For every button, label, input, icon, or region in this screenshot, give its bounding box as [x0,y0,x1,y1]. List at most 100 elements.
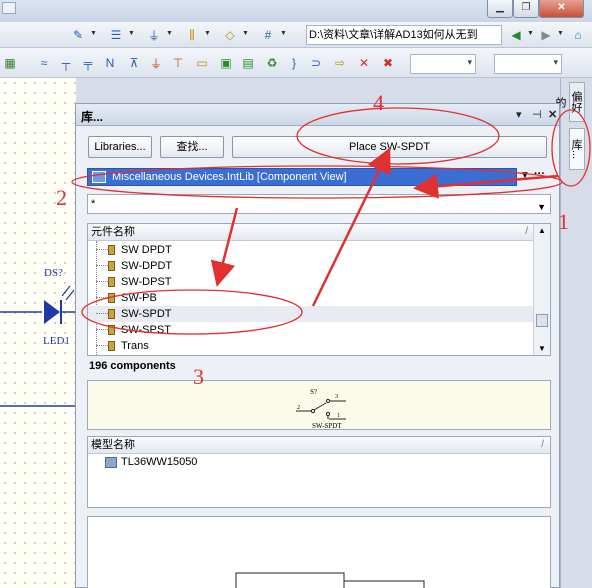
tab-library[interactable]: 库... [569,128,585,170]
main-toolbar: ✎ ▼ ☰ ▼ ⏚ ▼ ⫼ ▼ ◇ ▼ # ▼ D:\资料\文章\详解AD13如… [0,22,592,48]
footprint-drawing [235,572,425,588]
more-options-button[interactable]: ··· [534,168,545,180]
led-arrow [65,289,75,301]
list-item[interactable]: Trans [88,338,534,354]
component-icon [108,293,115,303]
component-icon [108,245,115,255]
window-title-bar: ▁ ❐ ✕ [0,0,592,22]
list-item-selected[interactable]: SW-SPDT [88,306,534,322]
pin-icon[interactable]: ⊣ [532,108,542,121]
minimize-icon: ▁ [496,2,504,13]
chevron-down-icon[interactable]: ▼ [280,30,287,37]
document-path-field[interactable]: D:\资料\文章\详解AD13如何从无到 [306,25,502,45]
column-header-label: 元件名称 [91,226,135,238]
scroll-down-icon[interactable]: ▼ [538,344,546,353]
wiring-toolbar: ▦ ≈ ┬ ╤ N ⊼ ⏚ ⊤ ▭ ▣ ▤ ♻ } ⊃ ⇨ ✕ ✖ [0,48,592,78]
component-list-scrollbar[interactable]: ▲ ▼ [533,224,550,355]
panel-close-icon[interactable]: ✕ [548,108,557,121]
place-part-icon[interactable]: ▭ [194,55,210,71]
chevron-down-icon[interactable]: ▼ [537,198,546,216]
list-item[interactable]: SW-PB [88,290,534,306]
schematic-ref: DS? [44,267,63,279]
harness-entry-icon[interactable]: ⊃ [308,55,324,71]
chevron-down-icon[interactable]: ▼ [557,30,564,37]
list-item[interactable]: SW-DPDT [88,258,534,274]
wire-tool-icon[interactable]: ✎ [70,27,86,43]
net-icon[interactable]: ⊼ [126,55,142,71]
chevron-down-icon[interactable]: ▼ [242,30,249,37]
column-header-model-name[interactable]: 模型名称 / [88,437,550,454]
chevron-down-icon[interactable]: ▼ [90,30,97,37]
grid-icon[interactable]: # [260,27,276,43]
library-select[interactable]: Miscellaneous Devices.IntLib [Component … [87,168,517,186]
harness-icon[interactable]: } [286,55,302,71]
minimize-button[interactable]: ▁ [487,0,513,18]
filter-value: * [91,198,96,210]
bus-tool-icon[interactable]: ☰ [108,27,124,43]
component-list[interactable]: 元件名称 / SW DPDT SW-DPDT SW-DPST SW-PB SW-… [87,223,551,356]
home-icon[interactable]: ⌂ [570,27,586,43]
no-erc-icon[interactable]: ✕ [356,55,372,71]
library-icon [92,171,106,183]
place-component-button[interactable]: Place SW-SPDT [232,136,547,158]
net-label-icon[interactable]: N [102,55,118,71]
scroll-up-icon[interactable]: ▲ [538,226,546,235]
list-item[interactable]: SW DPDT [88,242,534,258]
sheet-entry-icon[interactable]: ▤ [240,55,256,71]
wire-icon[interactable]: ≈ [36,55,52,71]
preview-pin-1: 1 [337,413,340,419]
panel-header: 库... ▾ ⊣ ✕ [76,104,559,126]
column-header-component-name[interactable]: 元件名称 / [88,224,534,241]
maximize-button[interactable]: ❐ [513,0,539,18]
preview-pin-2: 2 [297,405,300,411]
schematic-canvas[interactable]: DS? LED1 [0,78,76,588]
part-icon[interactable]: ⫼ [184,27,200,43]
forward-icon[interactable]: ▶ [538,27,554,43]
chevron-down-icon[interactable]: ▼ [204,30,211,37]
libraries-button[interactable]: Libraries... [88,136,152,158]
symbol-preview: S? 3 2 1 SW-SPDT [296,388,346,430]
port-place-icon[interactable]: ⇨ [332,55,348,71]
restore-icon: ❐ [521,2,531,13]
chevron-down-icon[interactable]: ▼ [166,30,173,37]
vcc-port-icon[interactable]: ⊤ [170,55,186,71]
component-icon [108,325,115,335]
component-filter-input[interactable]: * ▼ [87,194,551,214]
preview-pin-3: 3 [335,394,338,400]
search-button[interactable]: 查找... [160,136,224,158]
filter-combo[interactable] [410,54,476,74]
side-panel-strip: 偏好的 库... [554,78,592,588]
device-sheet-icon[interactable]: ♻ [264,55,280,71]
scrollbar-thumb[interactable] [536,314,548,327]
close-button[interactable]: ✕ [539,0,584,18]
variant-combo[interactable] [494,54,562,74]
panel-title: 库... [81,110,104,124]
gnd-port-icon[interactable]: ⏚ [148,55,164,71]
footprint-outline [235,572,345,588]
preview-name: SW-SPDT [312,422,342,430]
component-icon [108,341,115,351]
window-icon [2,2,16,14]
component-preview: S? 3 2 1 SW-SPDT [87,380,551,430]
compile-mask-icon[interactable]: ✖ [380,55,396,71]
ground-icon[interactable]: ⏚ [146,27,162,43]
bus-entry-icon[interactable]: ╤ [80,55,96,71]
tab-favorites[interactable]: 偏好的 [554,82,585,122]
led-arrow [61,285,71,297]
chevron-down-icon[interactable]: ▼ [128,30,135,37]
back-icon[interactable]: ◀ [508,27,524,43]
list-item[interactable]: SW-SPST [88,322,534,338]
port-icon[interactable]: ◇ [222,27,238,43]
panel-menu-icon[interactable]: ▾ [516,108,522,121]
chevron-down-icon[interactable]: ▼ [527,30,534,37]
model-list[interactable]: 模型名称 / TL36WW15050 [87,436,551,508]
preview-ref: S? [310,388,317,396]
chip-icon[interactable]: ▦ [2,55,18,71]
table-row[interactable]: TL36WW15050 [88,454,550,470]
bus-icon[interactable]: ┬ [58,55,74,71]
chevron-down-icon[interactable]: ▼ [520,170,530,181]
library-panel: 库... ▾ ⊣ ✕ Libraries... 查找... Place SW-S… [75,103,560,588]
sheet-symbol-icon[interactable]: ▣ [218,55,234,71]
footprint-outline [343,580,425,588]
list-item[interactable]: SW-DPST [88,274,534,290]
